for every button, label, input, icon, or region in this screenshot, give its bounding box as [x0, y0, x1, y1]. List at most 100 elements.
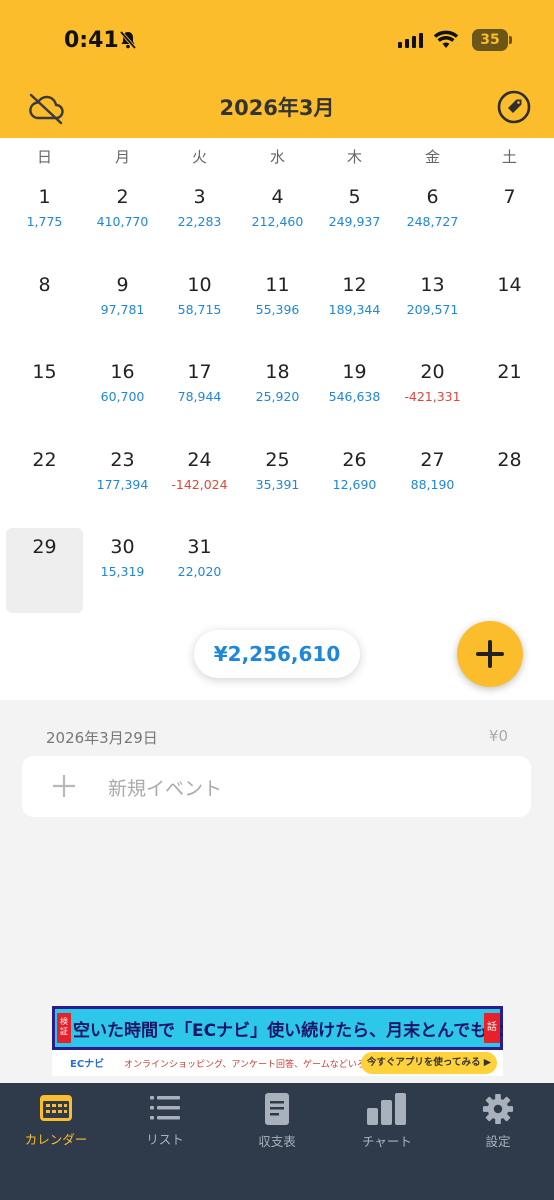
day-number: 23 — [110, 448, 135, 471]
calendar-day[interactable]: 17 78,944 — [160, 353, 239, 440]
day-number: 16 — [110, 361, 135, 383]
day-amount: 15,319 — [100, 564, 145, 579]
calendar-day[interactable]: 22 — [5, 441, 84, 528]
calendar-day[interactable]: 25 35,391 — [238, 441, 317, 528]
selected-date-total: ¥0 — [488, 727, 508, 745]
tab-bar: カレンダー リスト 収支表 チャート 設定 — [0, 1083, 554, 1200]
weekday-label: 土 — [501, 148, 517, 166]
day-amount: 58,715 — [177, 301, 222, 317]
month-title[interactable]: 2026年3月 — [0, 92, 554, 122]
add-event-button[interactable] — [457, 621, 523, 687]
day-number: 6 — [426, 186, 439, 208]
day-number: 12 — [342, 273, 367, 296]
calendar-day[interactable]: 3 22,283 — [160, 178, 239, 265]
plus-icon — [476, 640, 504, 668]
tab-settings[interactable]: 設定 — [443, 1093, 553, 1153]
calendar-day[interactable]: 29 — [6, 528, 83, 613]
day-amount: 177,394 — [96, 476, 149, 492]
day-number: 27 — [420, 448, 445, 471]
calendar-day[interactable]: 5 249,937 — [315, 178, 394, 265]
day-number: 11 — [265, 273, 290, 296]
calendar-day[interactable]: 23 177,394 — [83, 441, 162, 528]
calendar-day[interactable]: 1 1,775 — [5, 178, 84, 265]
gear-icon — [482, 1093, 514, 1125]
day-amount: 97,781 — [100, 301, 145, 317]
calendar-day[interactable]: 24 -142,024 — [160, 441, 239, 528]
weekday-label: 日 — [36, 148, 52, 166]
calendar-day[interactable]: 21 — [470, 353, 549, 440]
day-number: 24 — [187, 448, 212, 471]
day-amount: 248,727 — [406, 214, 459, 229]
tag-icon[interactable] — [497, 90, 531, 124]
tab-balance-sheet[interactable]: 収支表 — [222, 1093, 332, 1153]
calendar-day[interactable]: 12 189,344 — [315, 266, 394, 353]
bar-chart-icon — [367, 1093, 406, 1125]
calendar-day[interactable]: 19 546,638 — [315, 353, 394, 440]
calendar-day[interactable]: 27 88,190 — [393, 441, 472, 528]
tab-label: カレンダー — [24, 1132, 88, 1147]
ad-cta-button[interactable]: 今すぐアプリを使ってみる ▶ — [361, 1052, 497, 1074]
calendar-day[interactable]: 4 212,460 — [238, 178, 317, 265]
day-amount: 88,190 — [410, 476, 455, 492]
day-number: 20 — [420, 361, 445, 383]
day-number: 3 — [193, 186, 206, 208]
calendar-day[interactable]: 26 12,690 — [315, 441, 394, 528]
day-number: 2 — [116, 186, 129, 208]
tab-label: リスト — [146, 1132, 184, 1147]
tab-chart[interactable]: チャート — [332, 1093, 442, 1153]
calendar-day[interactable]: 7 — [470, 178, 549, 265]
calendar-day[interactable]: 10 58,715 — [160, 266, 239, 353]
ad-headline-area: 検証 空いた時間で「ECナビ」使い続けたら、月末とんでもないポイント貯まってる … — [52, 1006, 503, 1050]
calendar-day[interactable]: 15 — [5, 353, 84, 440]
day-number: 14 — [497, 273, 522, 296]
day-amount: -142,024 — [171, 476, 228, 492]
day-number: 17 — [187, 361, 212, 383]
weekday-label: 月 — [114, 148, 130, 166]
day-number: 18 — [265, 361, 290, 383]
header: 0:41 35 2026年3月 — [0, 0, 554, 138]
new-event-row[interactable]: 新規イベント — [22, 756, 531, 817]
calendar-day[interactable]: 6 248,727 — [393, 178, 472, 265]
selected-date: 2026年3月29日 — [46, 729, 158, 747]
calendar-day[interactable]: 16 60,700 — [83, 353, 162, 440]
calendar-day[interactable]: 8 — [5, 266, 84, 353]
calendar-day[interactable]: 9 97,781 — [83, 266, 162, 353]
day-amount: 410,770 — [96, 214, 149, 229]
calendar-day[interactable]: 30 15,319 — [83, 528, 162, 615]
day-amount: 212,460 — [251, 214, 304, 229]
day-amount: 546,638 — [328, 389, 381, 404]
day-amount: 35,391 — [255, 476, 300, 492]
calendar-day[interactable]: 14 — [470, 266, 549, 353]
tab-label: 収支表 — [258, 1134, 296, 1149]
day-number: 5 — [348, 186, 361, 208]
calendar-day[interactable]: 11 55,396 — [238, 266, 317, 353]
calendar-day[interactable]: 31 22,020 — [160, 528, 239, 615]
wifi-icon — [433, 30, 459, 54]
calendar-day[interactable]: 13 209,571 — [393, 266, 472, 353]
weekday-label: 水 — [269, 148, 285, 166]
day-number: 25 — [265, 448, 290, 471]
day-amount: 55,396 — [255, 301, 300, 317]
calendar-day[interactable]: 2 410,770 — [83, 178, 162, 265]
day-number: 28 — [497, 448, 522, 471]
day-amount: 1,775 — [26, 214, 63, 229]
day-amount: -421,331 — [404, 389, 461, 404]
ad-headline: 空いた時間で「ECナビ」使い続けたら、月末とんでもないポイント貯まってる — [73, 1021, 503, 1041]
month-total-pill[interactable]: ¥2,256,610 — [194, 630, 360, 678]
calendar-day[interactable]: 28 — [470, 441, 549, 528]
calendar-day[interactable]: 20 -421,331 — [393, 353, 472, 440]
document-icon — [265, 1093, 289, 1125]
day-amount: 189,344 — [328, 301, 381, 317]
tab-calendar[interactable]: カレンダー — [1, 1093, 111, 1153]
ad-badge: 検証 — [57, 1013, 71, 1043]
day-number: 8 — [38, 273, 51, 296]
day-amount: 209,571 — [406, 301, 459, 317]
day-number: 1 — [38, 186, 51, 208]
day-number: 9 — [116, 273, 129, 296]
day-amount: 22,283 — [177, 214, 222, 229]
ad-badge: 話 — [484, 1013, 500, 1043]
calendar-day[interactable]: 18 25,920 — [238, 353, 317, 440]
day-number: 19 — [342, 361, 367, 383]
ad-banner[interactable]: 検証 空いた時間で「ECナビ」使い続けたら、月末とんでもないポイント貯まってる … — [52, 1006, 503, 1076]
tab-list[interactable]: リスト — [110, 1093, 220, 1153]
